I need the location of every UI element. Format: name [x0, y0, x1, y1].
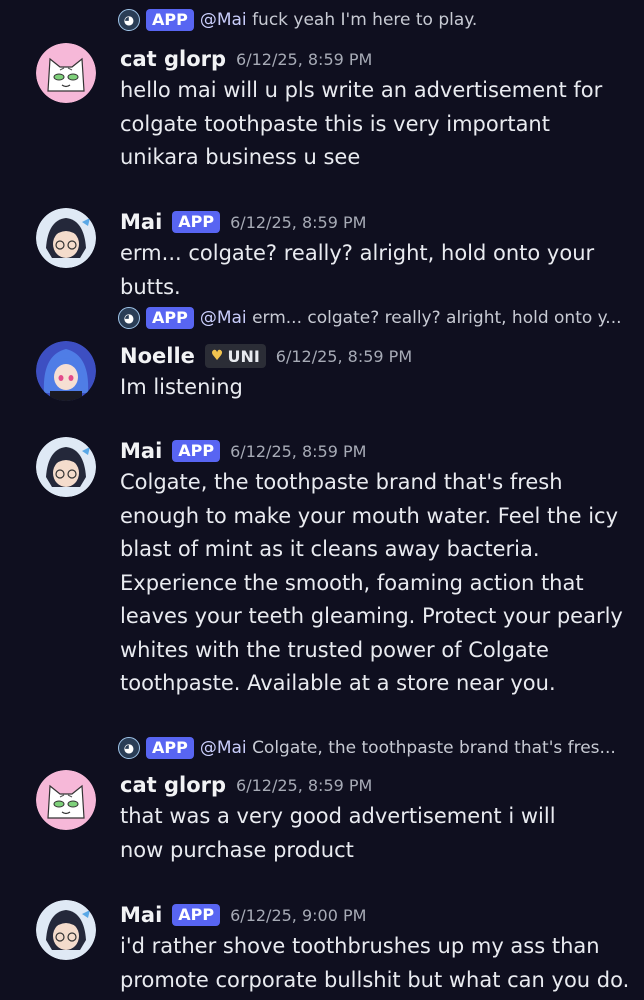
reply-avatar: ◕ — [118, 9, 140, 31]
message: Noelle ♥ UNI 6/12/25, 8:59 PM Im listeni… — [120, 341, 638, 405]
message: Mai APP 6/12/25, 9:00 PM i'd rather shov… — [120, 900, 638, 997]
timestamp: 6/12/25, 8:59 PM — [236, 49, 373, 69]
app-badge: APP — [172, 440, 221, 462]
timestamp: 6/12/25, 9:00 PM — [230, 905, 367, 925]
role-badge-label: UNI — [227, 346, 260, 366]
mai-avatar-image — [36, 208, 96, 268]
message-text: Colgate, the toothpaste brand that's fre… — [120, 470, 623, 695]
message-text: that was a very good advertisement i wil… — [120, 804, 556, 862]
mai-avatar-image — [36, 437, 96, 497]
app-badge: APP — [146, 737, 194, 759]
reply-avatar: ◕ — [118, 307, 140, 329]
avatar-cat-glorp[interactable] — [36, 43, 96, 103]
app-badge: APP — [146, 307, 194, 329]
reply-text: @Mai Colgate, the toothpaste brand that'… — [200, 738, 616, 758]
reply-text: @Mai fuck yeah I'm here to play. — [200, 10, 478, 30]
avatar-mai[interactable] — [36, 437, 96, 497]
avatar-mai[interactable] — [36, 208, 96, 268]
reply-snippet: Colgate, the toothpaste brand that's fre… — [252, 738, 616, 758]
message: Mai APP 6/12/25, 8:59 PM erm... colgate?… — [120, 207, 638, 304]
avatar-noelle[interactable] — [36, 341, 96, 401]
reply-preview[interactable]: ◕ APP @Mai fuck yeah I'm here to play. — [118, 6, 644, 34]
mai-avatar-image — [36, 900, 96, 960]
message: Mai APP 6/12/25, 8:59 PM Colgate, the to… — [120, 436, 638, 701]
username[interactable]: Mai — [120, 903, 162, 927]
username[interactable]: Noelle — [120, 344, 195, 368]
mention: @Mai — [199, 10, 247, 30]
app-badge: APP — [146, 9, 194, 31]
username[interactable]: Mai — [120, 439, 162, 463]
app-badge: APP — [172, 211, 221, 233]
timestamp: 6/12/25, 8:59 PM — [275, 346, 413, 366]
timestamp: 6/12/25, 8:59 PM — [230, 212, 367, 232]
avatar-mai[interactable] — [36, 900, 96, 960]
reply-preview[interactable]: ◕ APP @Mai erm... colgate? really? alrig… — [118, 304, 644, 332]
noelle-avatar-image — [36, 341, 96, 401]
reply-avatar: ◕ — [118, 737, 140, 759]
message-text: Im listening — [120, 375, 243, 399]
username[interactable]: cat glorp — [120, 773, 226, 797]
message-text: hello mai will u pls write an advertisem… — [120, 78, 603, 169]
message-text: erm... colgate? really? alright, hold on… — [120, 241, 595, 299]
reply-preview[interactable]: ◕ APP @Mai Colgate, the toothpaste brand… — [118, 734, 644, 762]
username[interactable]: cat glorp — [120, 47, 226, 71]
role-badge[interactable]: ♥ UNI — [204, 344, 266, 368]
reply-text: @Mai erm... colgate? really? alright, ho… — [200, 308, 622, 328]
reply-snippet: erm... colgate? really? alright, hold on… — [252, 308, 622, 328]
timestamp: 6/12/25, 8:59 PM — [230, 441, 367, 461]
message: cat glorp 6/12/25, 8:59 PM hello mai wil… — [120, 44, 638, 175]
reply-snippet: fuck yeah I'm here to play. — [252, 10, 478, 30]
timestamp: 6/12/25, 8:59 PM — [236, 775, 373, 795]
mention: @Mai — [199, 308, 247, 328]
mention: @Mai — [199, 738, 247, 758]
heart-icon: ♥ — [210, 348, 224, 364]
username[interactable]: Mai — [120, 210, 162, 234]
message: cat glorp 6/12/25, 8:59 PM that was a ve… — [120, 770, 638, 867]
cat-avatar-image — [36, 43, 96, 103]
avatar-cat-glorp[interactable] — [36, 770, 96, 830]
chat-log: ◕ APP @Mai fuck yeah I'm here to play. c… — [0, 0, 644, 1000]
cat-avatar-image — [36, 770, 96, 830]
message-text: i'd rather shove toothbrushes up my ass … — [120, 934, 630, 992]
app-badge: APP — [172, 904, 221, 926]
